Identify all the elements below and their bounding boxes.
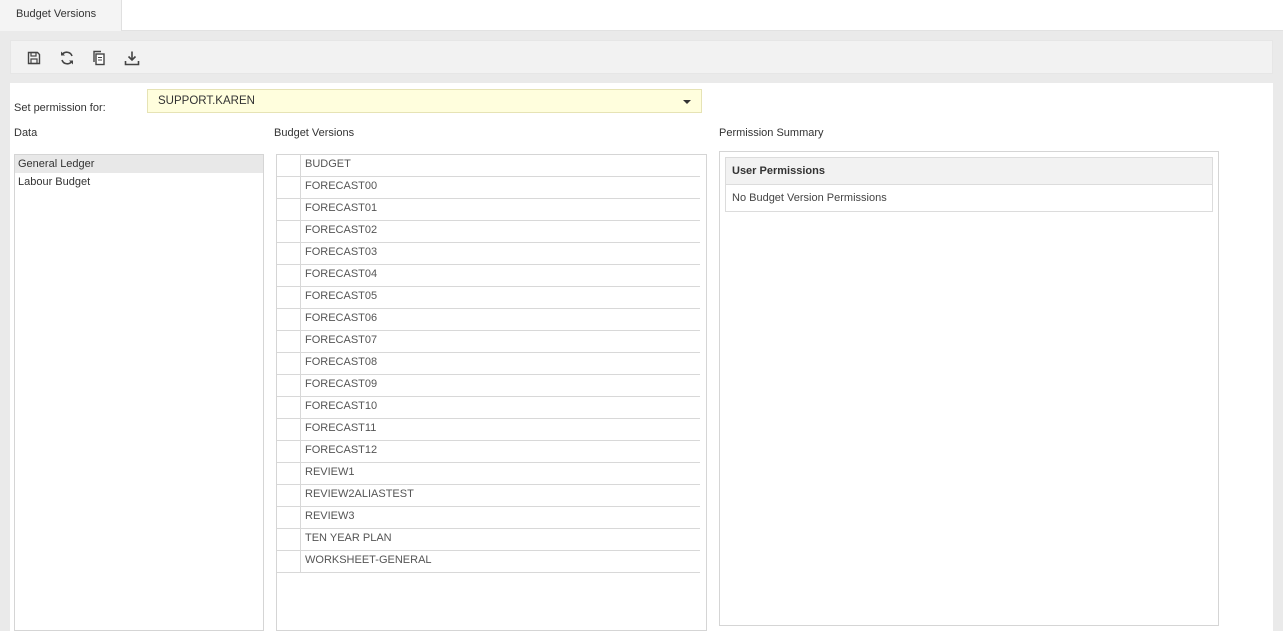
no-permissions-message: No Budget Version Permissions [732, 192, 887, 204]
user-permissions-header: User Permissions [726, 158, 1212, 185]
user-permissions-table: User Permissions No Budget Version Permi… [725, 157, 1213, 212]
data-list: General Ledger Labour Budget [14, 154, 264, 631]
budget-version-row[interactable]: WORKSHEET-GENERAL [277, 551, 700, 573]
budget-version-row[interactable]: REVIEW3 [277, 507, 700, 529]
budget-version-label: FORECAST05 [305, 290, 378, 302]
row-checkbox[interactable] [277, 507, 301, 528]
budget-version-label: FORECAST03 [305, 246, 378, 258]
save-icon [27, 51, 41, 65]
budget-version-label: BUDGET [305, 158, 351, 170]
budget-version-label: FORECAST10 [305, 400, 378, 412]
row-checkbox[interactable] [277, 155, 301, 176]
budget-version-row[interactable]: FORECAST09 [277, 375, 700, 397]
tab-bar-empty [122, 0, 1283, 30]
budget-versions-list: BUDGET FORECAST00 FORECAST01 FORECAST02 … [276, 154, 707, 631]
row-checkbox[interactable] [277, 551, 301, 572]
row-checkbox[interactable] [277, 485, 301, 506]
budget-version-label: WORKSHEET-GENERAL [305, 554, 432, 566]
copy-icon [93, 50, 105, 66]
user-select-value: SUPPORT.KAREN [158, 95, 255, 107]
row-checkbox[interactable] [277, 397, 301, 418]
budget-version-label: FORECAST00 [305, 180, 378, 192]
chevron-down-icon [683, 100, 691, 104]
budget-version-row[interactable]: FORECAST01 [277, 199, 700, 221]
budget-version-row[interactable]: FORECAST02 [277, 221, 700, 243]
budget-version-row[interactable]: FORECAST08 [277, 353, 700, 375]
tab-bar: Budget Versions [0, 0, 1283, 31]
row-checkbox[interactable] [277, 353, 301, 374]
budget-versions-section-title: Budget Versions [274, 127, 355, 139]
budget-version-row[interactable]: FORECAST07 [277, 331, 700, 353]
budget-version-label: FORECAST01 [305, 202, 378, 214]
budget-version-row[interactable]: FORECAST10 [277, 397, 700, 419]
save-button[interactable] [25, 49, 43, 67]
budget-version-label: REVIEW2ALIASTEST [305, 488, 414, 500]
budget-version-row[interactable]: FORECAST05 [277, 287, 700, 309]
row-checkbox[interactable] [277, 529, 301, 550]
budget-version-row[interactable]: FORECAST12 [277, 441, 700, 463]
content-panel: Set permission for: SUPPORT.KAREN Data B… [10, 83, 1273, 631]
download-button[interactable] [123, 49, 141, 67]
budget-version-label: FORECAST09 [305, 378, 378, 390]
user-select[interactable]: SUPPORT.KAREN [147, 89, 702, 113]
budget-version-label: FORECAST04 [305, 268, 378, 280]
budget-version-label: FORECAST08 [305, 356, 378, 368]
data-item-label: General Ledger [18, 158, 95, 170]
budget-version-row[interactable]: FORECAST06 [277, 309, 700, 331]
budget-version-label: TEN YEAR PLAN [305, 532, 392, 544]
data-item-general-ledger[interactable]: General Ledger [15, 155, 263, 173]
budget-version-label: FORECAST02 [305, 224, 378, 236]
tab-budget-versions[interactable]: Budget Versions [0, 0, 122, 31]
row-checkbox[interactable] [277, 243, 301, 264]
row-checkbox[interactable] [277, 309, 301, 330]
row-checkbox[interactable] [277, 375, 301, 396]
budget-version-label: REVIEW3 [305, 510, 355, 522]
refresh-icon [61, 51, 73, 65]
download-icon [124, 51, 140, 66]
row-checkbox[interactable] [277, 221, 301, 242]
row-checkbox[interactable] [277, 441, 301, 462]
budget-version-label: FORECAST11 [305, 422, 377, 434]
row-checkbox[interactable] [277, 419, 301, 440]
refresh-button[interactable] [58, 49, 76, 67]
row-checkbox[interactable] [277, 463, 301, 484]
data-item-labour-budget[interactable]: Labour Budget [15, 173, 263, 191]
budget-version-row[interactable]: REVIEW2ALIASTEST [277, 485, 700, 507]
budget-version-row[interactable]: FORECAST04 [277, 265, 700, 287]
row-checkbox[interactable] [277, 331, 301, 352]
tab-label: Budget Versions [16, 8, 97, 20]
budget-version-label: FORECAST07 [305, 334, 378, 346]
row-checkbox[interactable] [277, 199, 301, 220]
toolbar [10, 40, 1273, 74]
budget-version-row[interactable]: FORECAST00 [277, 177, 700, 199]
permission-summary-section-title: Permission Summary [719, 127, 824, 139]
budget-version-row[interactable]: REVIEW1 [277, 463, 700, 485]
row-checkbox[interactable] [277, 287, 301, 308]
row-checkbox[interactable] [277, 177, 301, 198]
copy-button[interactable] [90, 49, 108, 67]
budget-version-row[interactable]: TEN YEAR PLAN [277, 529, 700, 551]
budget-version-row[interactable]: FORECAST03 [277, 243, 700, 265]
budget-version-row[interactable]: FORECAST11 [277, 419, 700, 441]
budget-version-row[interactable]: BUDGET [277, 155, 700, 177]
data-item-label: Labour Budget [18, 176, 91, 188]
data-section-title: Data [14, 127, 38, 139]
row-checkbox[interactable] [277, 265, 301, 286]
budget-version-label: FORECAST06 [305, 312, 378, 324]
main-area: Set permission for: SUPPORT.KAREN Data B… [0, 31, 1283, 631]
permission-summary-panel: User Permissions No Budget Version Permi… [719, 151, 1219, 626]
budget-version-label: REVIEW1 [305, 466, 355, 478]
set-permission-label: Set permission for: [14, 102, 106, 114]
budget-version-label: FORECAST12 [305, 444, 378, 456]
